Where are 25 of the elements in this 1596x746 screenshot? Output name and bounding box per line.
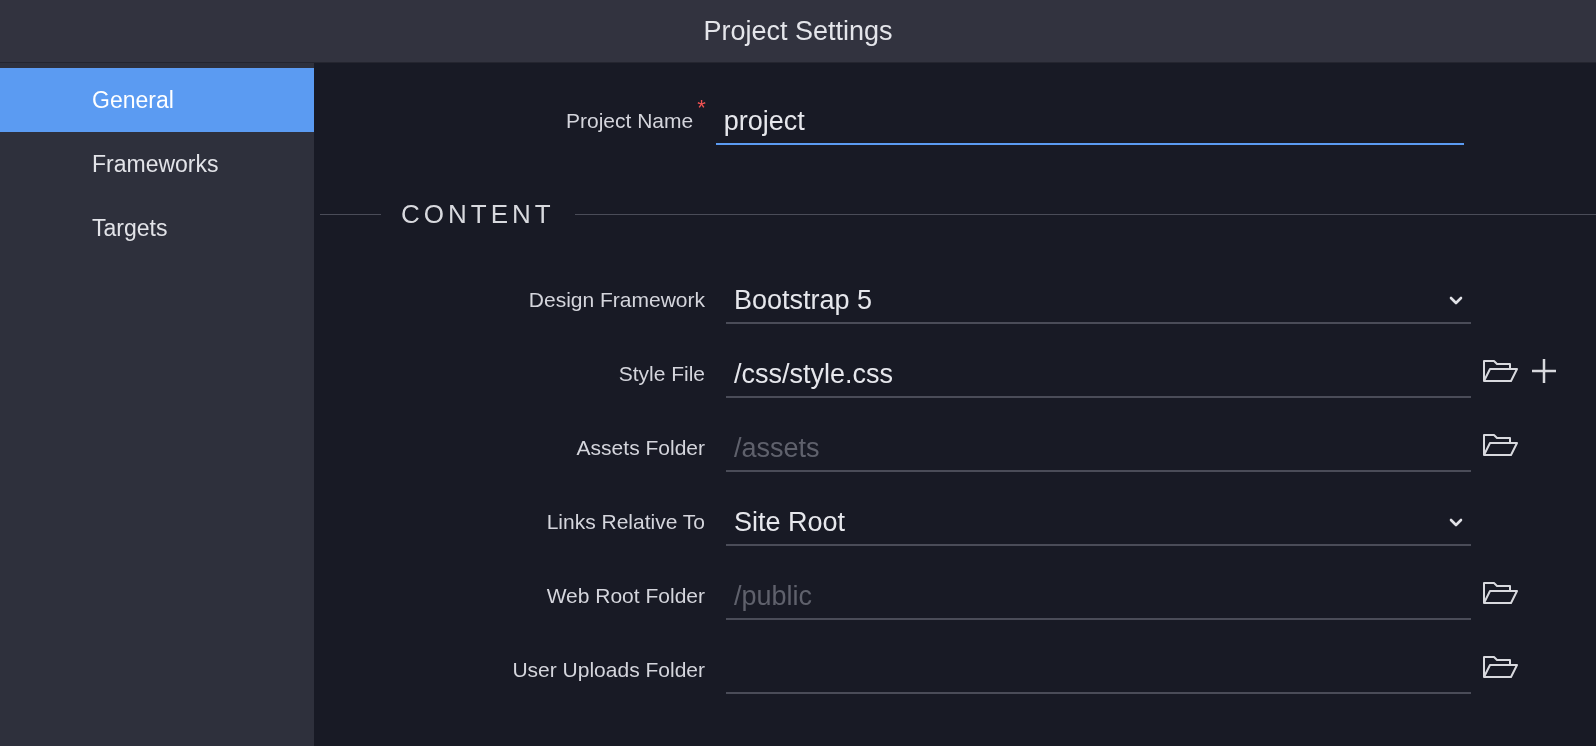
field-label: Design Framework [528, 288, 705, 313]
folder-icon[interactable] [1482, 432, 1519, 458]
field-label: Links Relative To [546, 510, 705, 535]
folder-icon[interactable] [1482, 580, 1519, 606]
input-field[interactable]: project [715, 99, 1464, 145]
field-label: User Uploads Folder [512, 658, 705, 683]
folder-icon[interactable] [1482, 358, 1519, 384]
chevron-down-icon [1449, 295, 1463, 305]
add-icon[interactable] [1531, 358, 1557, 384]
dropdown[interactable]: Bootstrap 5 [726, 278, 1471, 324]
field-label: Style File [618, 362, 705, 387]
required-mark: * [697, 95, 706, 121]
sidebar-item[interactable]: Targets [0, 196, 314, 260]
field-label: Project Name [566, 109, 694, 134]
input-field[interactable]: /public [726, 574, 1471, 620]
field-label: Web Root Folder [546, 584, 705, 609]
input-field[interactable]: /assets [726, 426, 1471, 472]
section-heading: CONTENT [401, 199, 555, 230]
field-label: Assets Folder [576, 436, 705, 461]
dropdown[interactable]: Site Root [726, 500, 1471, 546]
window-title: Project Settings [703, 15, 893, 47]
folder-icon[interactable] [1482, 654, 1519, 680]
chevron-down-icon [1449, 517, 1463, 527]
sidebar-item[interactable]: Frameworks [0, 132, 314, 196]
input-field[interactable]: /css/style.css [726, 352, 1471, 398]
